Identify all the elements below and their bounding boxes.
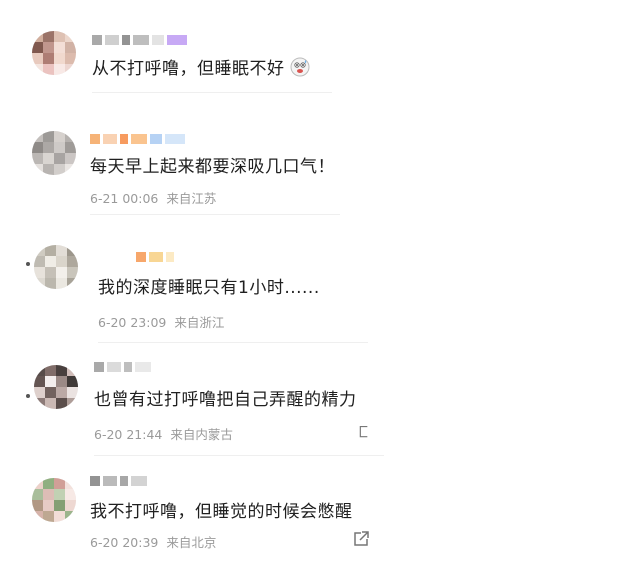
avatar-mosaic-cell bbox=[54, 478, 65, 489]
avatar-mosaic-cell bbox=[65, 478, 76, 489]
comment-location: 来自北京 bbox=[166, 535, 217, 550]
avatar-mosaic-cell bbox=[43, 478, 54, 489]
username-mosaic-block bbox=[131, 476, 147, 486]
avatar-mosaic-cell bbox=[54, 500, 65, 511]
username-mosaic-block bbox=[90, 476, 100, 486]
avatar-mosaic-cell bbox=[43, 511, 54, 522]
avatar-mosaic-cell bbox=[32, 500, 43, 511]
avatar-mosaic-cell bbox=[43, 500, 54, 511]
avatar-mosaic-cell bbox=[43, 489, 54, 500]
avatar-mosaic-cell bbox=[32, 489, 43, 500]
comment-meta: 6-20 20:39 来自北京 bbox=[90, 532, 224, 551]
share-icon[interactable] bbox=[352, 530, 370, 548]
avatar-mosaic-cell bbox=[54, 511, 65, 522]
avatar-mosaic-cell bbox=[65, 489, 76, 500]
avatar-mosaic-cell bbox=[65, 511, 76, 522]
avatar-mosaic-cell bbox=[65, 500, 76, 511]
username-mosaic-block bbox=[120, 476, 128, 486]
avatar-mosaic-cell bbox=[32, 511, 43, 522]
avatar-mosaic-cell bbox=[32, 478, 43, 489]
comment-text: 我不打呼噜，但睡觉的时候会憋醒 bbox=[90, 502, 353, 522]
avatar[interactable] bbox=[32, 478, 76, 522]
username-blurred[interactable] bbox=[90, 474, 147, 488]
comment-time: 6-20 20:39 bbox=[90, 535, 159, 550]
comment-item: 我不打呼噜，但睡觉的时候会憋醒 6-20 20:39 来自北京 bbox=[0, 0, 640, 570]
avatar-mosaic-cell bbox=[54, 489, 65, 500]
username-mosaic-block bbox=[103, 476, 117, 486]
